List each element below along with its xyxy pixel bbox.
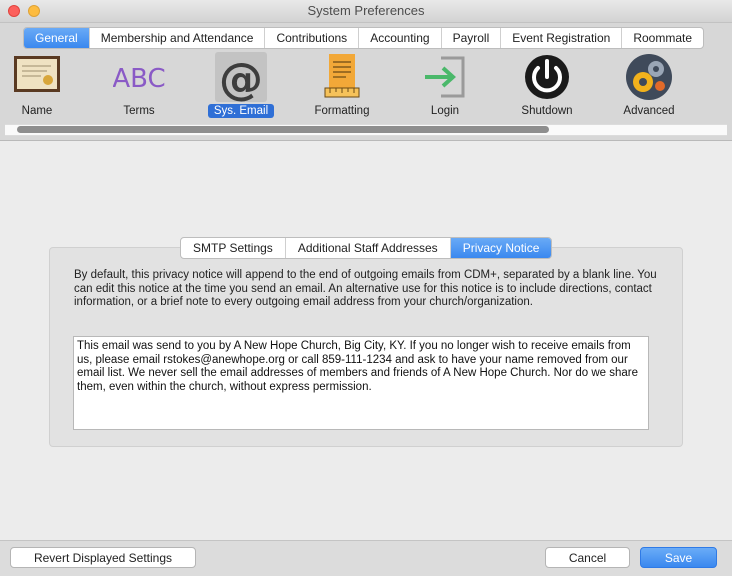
save-button[interactable]: Save [640, 547, 717, 568]
tab-general[interactable]: General [24, 28, 90, 48]
bottom-bar: Revert Displayed Settings Cancel Save [0, 540, 732, 576]
power-icon [521, 52, 573, 102]
toolbar-item-label: Name [21, 105, 53, 117]
svg-text:ABC: ABC [113, 64, 165, 94]
toolbar-item-terms[interactable]: ABC Terms [94, 50, 184, 122]
toolbar-item-label: Formatting [314, 105, 370, 117]
tab-payroll[interactable]: Payroll [442, 28, 502, 48]
toolbar-item-name[interactable]: Name [0, 50, 82, 122]
toolbar-item-sys-email[interactable]: @ Sys. Email [196, 50, 286, 122]
toolbar-item-label: Terms [123, 105, 155, 117]
toolbar-item-label: Advanced [623, 105, 675, 117]
privacy-notice-textarea[interactable]: This email was send to you by A New Hope… [73, 336, 649, 430]
privacy-notice-description: By default, this privacy notice will app… [74, 269, 657, 308]
tab-privacy-notice[interactable]: Privacy Notice [450, 238, 552, 258]
tab-event-registration[interactable]: Event Registration [501, 28, 623, 48]
privacy-notice-panel: By default, this privacy notice will app… [49, 247, 683, 447]
toolbar-item-label: Shutdown [521, 105, 573, 117]
toolbar-item-advanced[interactable]: Advanced [604, 50, 694, 122]
toolbar-item-label: Sys. Email [207, 104, 275, 118]
tab-contributions[interactable]: Contributions [265, 28, 360, 48]
toolbar-item-label: Login [430, 105, 460, 117]
category-tabs: General Membership and Attendance Contri… [23, 27, 704, 49]
title-bar: System Preferences [0, 0, 732, 23]
tab-additional-staff-addresses[interactable]: Additional Staff Addresses [286, 238, 451, 258]
toolbar-item-formatting[interactable]: Formatting [297, 50, 387, 122]
notepad-ruler-icon [316, 52, 368, 102]
cancel-button[interactable]: Cancel [545, 547, 630, 568]
tab-accounting[interactable]: Accounting [359, 28, 442, 48]
tab-membership-attendance[interactable]: Membership and Attendance [90, 28, 266, 48]
toolbar: General Membership and Attendance Contri… [0, 23, 732, 141]
toolbar-item-login[interactable]: Login [400, 50, 490, 122]
tab-roommate[interactable]: Roommate [622, 28, 703, 48]
certificate-icon [11, 52, 63, 102]
svg-text:@: @ [219, 54, 263, 102]
gears-icon [623, 52, 675, 102]
toolbar-item-shutdown[interactable]: Shutdown [502, 50, 592, 122]
preference-icons: Name ABC Terms @ Sys. Email Formatting L… [0, 50, 732, 122]
login-arrow-icon [419, 52, 471, 102]
abc-text-icon: ABC [112, 52, 165, 102]
tab-smtp-settings[interactable]: SMTP Settings [181, 238, 286, 258]
at-sign-icon: @ [215, 52, 267, 105]
revert-settings-button[interactable]: Revert Displayed Settings [10, 547, 196, 568]
email-settings-tabs: SMTP Settings Additional Staff Addresses… [180, 237, 553, 259]
window-title: System Preferences [307, 3, 425, 18]
toolbar-scrollbar[interactable] [5, 124, 727, 136]
scrollbar-thumb[interactable] [17, 126, 549, 133]
